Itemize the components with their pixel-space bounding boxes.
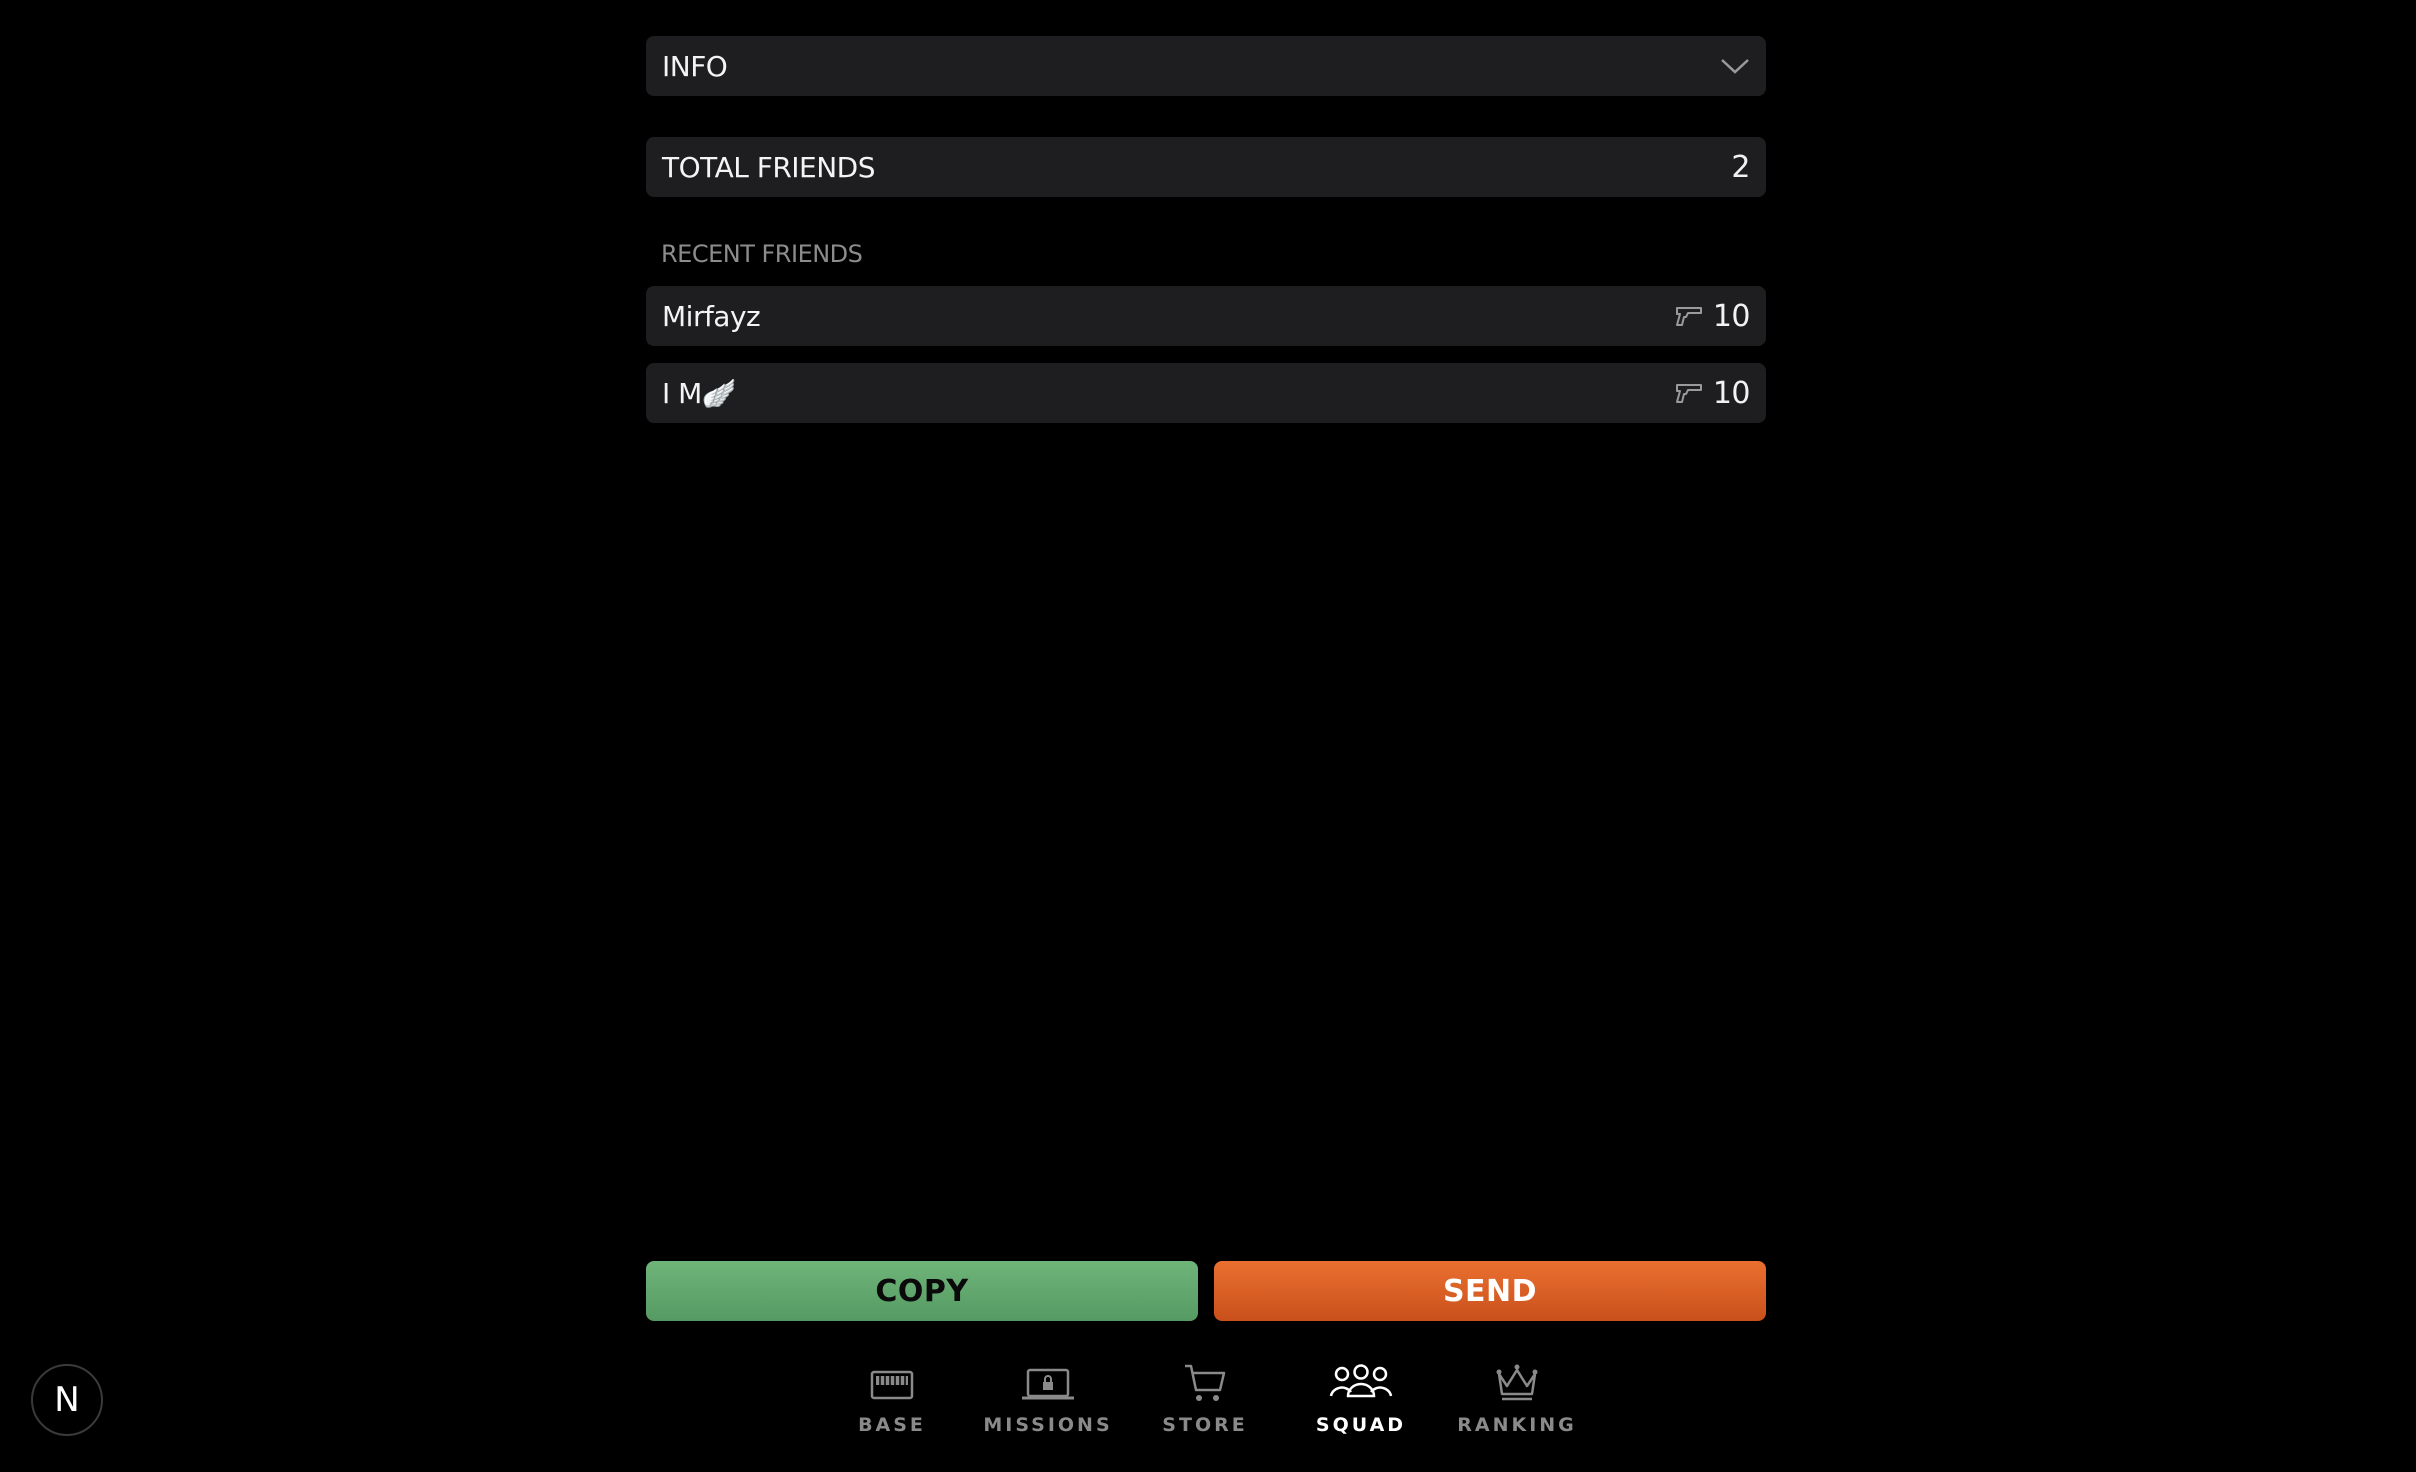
friend-name: I M🪽 <box>662 376 737 410</box>
total-friends-label: TOTAL FRIENDS <box>662 150 876 184</box>
friend-row[interactable]: Mirfayz 10 <box>646 286 1766 346</box>
nav-missions[interactable]: MISSIONS <box>978 1360 1118 1436</box>
total-friends-value: 2 <box>1731 149 1750 185</box>
friend-count: 10 <box>1712 298 1751 334</box>
nav-label: BASE <box>858 1414 926 1436</box>
base-icon <box>869 1360 915 1404</box>
nav-label: MISSIONS <box>983 1414 1113 1436</box>
nav-store[interactable]: STORE <box>1135 1360 1275 1436</box>
chevron-down-icon <box>1720 57 1750 75</box>
bottom-nav: BASE MISSIONS STORE SQUAD RANKING <box>0 1360 2416 1470</box>
nav-squad[interactable]: SQUAD <box>1291 1360 1431 1436</box>
pistol-icon <box>1675 382 1703 404</box>
recent-friends-title: RECENT FRIENDS <box>661 240 863 268</box>
nav-label: SQUAD <box>1315 1414 1407 1436</box>
squad-icon <box>1328 1360 1394 1404</box>
squad-page: INFO TOTAL FRIENDS 2 RECENT FRIENDS Mirf… <box>0 0 2416 1472</box>
info-label: INFO <box>662 49 728 83</box>
nav-base[interactable]: BASE <box>822 1360 962 1436</box>
friend-name: Mirfayz <box>662 299 761 333</box>
laptop-lock-icon <box>1020 1360 1076 1404</box>
nav-label: RANKING <box>1457 1414 1577 1436</box>
send-button[interactable]: SEND <box>1214 1261 1766 1321</box>
info-dropdown[interactable]: INFO <box>646 36 1766 96</box>
friend-row[interactable]: I M🪽 10 <box>646 363 1766 423</box>
pistol-icon <box>1675 305 1703 327</box>
total-friends-row: TOTAL FRIENDS 2 <box>646 137 1766 197</box>
cart-icon <box>1182 1360 1228 1404</box>
nav-ranking[interactable]: RANKING <box>1447 1360 1587 1436</box>
crown-icon <box>1494 1360 1540 1404</box>
nav-label: STORE <box>1162 1414 1248 1436</box>
copy-button[interactable]: COPY <box>646 1261 1198 1321</box>
friend-count: 10 <box>1712 375 1751 411</box>
